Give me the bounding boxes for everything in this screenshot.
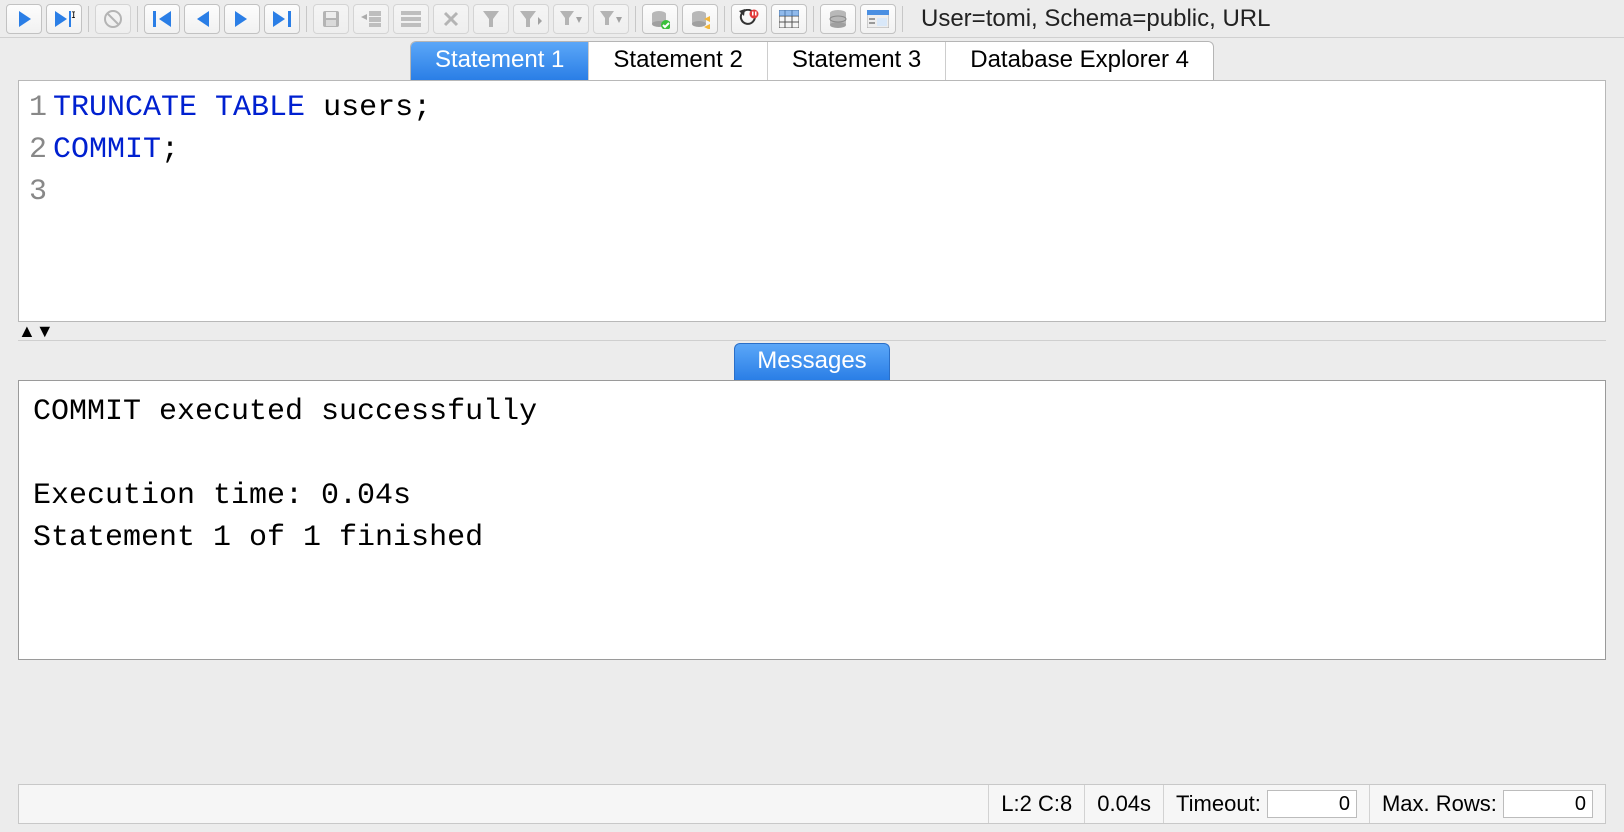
save-button[interactable] [313, 4, 349, 34]
tab-statement-2[interactable]: Statement 2 [589, 42, 767, 80]
filter-edit-button[interactable] [513, 4, 549, 34]
maxrows-label: Max. Rows: [1382, 791, 1497, 817]
tab-statement-4[interactable]: Database Explorer 4 [946, 42, 1213, 80]
status-bar: L:2 C:8 0.04s Timeout: Max. Rows: [18, 784, 1606, 824]
toolbar-separator [88, 6, 89, 32]
statement-tabs-row: Statement 1Statement 2Statement 3Databas… [0, 38, 1624, 80]
toolbar-separator [137, 6, 138, 32]
toolbar-separator [813, 6, 814, 32]
cancel-statement-button[interactable] [731, 4, 767, 34]
explorer-button[interactable] [860, 4, 896, 34]
run-current-button[interactable]: I [46, 4, 82, 34]
next-record-button[interactable] [224, 4, 260, 34]
tab-messages[interactable]: Messages [734, 343, 889, 380]
filter-button[interactable] [473, 4, 509, 34]
messages-output[interactable]: COMMIT executed successfully Execution t… [18, 380, 1606, 660]
timeout-label: Timeout: [1176, 791, 1261, 817]
svg-text:I: I [71, 11, 75, 21]
cursor-position: L:2 C:8 [988, 785, 1084, 823]
timeout-input[interactable] [1267, 790, 1357, 818]
expand-down-icon: ▼ [36, 321, 54, 342]
toolbar-separator [635, 6, 636, 32]
main-toolbar: I [0, 0, 1624, 38]
toolbar-separator [724, 6, 725, 32]
toolbar-separator [306, 6, 307, 32]
first-record-button[interactable] [144, 4, 180, 34]
filter-dropdown2-button[interactable] [593, 4, 629, 34]
result-grid-button[interactable] [771, 4, 807, 34]
maxrows-cell: Max. Rows: [1369, 785, 1605, 823]
rollback-button[interactable] [682, 4, 718, 34]
sql-editor[interactable]: TRUNCATE TABLE users;COMMIT; [49, 81, 439, 321]
splitter-handle[interactable]: ▲▼ [18, 322, 1606, 340]
tab-statement-3[interactable]: Statement 3 [768, 42, 946, 80]
delete-row-button[interactable] [433, 4, 469, 34]
copy-row-button[interactable] [393, 4, 429, 34]
sql-editor-panel: 123 TRUNCATE TABLE users;COMMIT; [18, 80, 1606, 322]
editor-gutter: 123 [19, 81, 49, 321]
tab-statement-1[interactable]: Statement 1 [411, 42, 589, 80]
results-tabs-row: Messages [18, 340, 1606, 380]
insert-row-button[interactable] [353, 4, 389, 34]
run-button[interactable] [6, 4, 42, 34]
last-record-button[interactable] [264, 4, 300, 34]
connection-info: User=tomi, Schema=public, URL [907, 5, 1620, 33]
maxrows-input[interactable] [1503, 790, 1593, 818]
execution-time: 0.04s [1084, 785, 1163, 823]
filter-dropdown-button[interactable] [553, 4, 589, 34]
database-button[interactable] [820, 4, 856, 34]
timeout-cell: Timeout: [1163, 785, 1369, 823]
stop-button[interactable] [95, 4, 131, 34]
prev-record-button[interactable] [184, 4, 220, 34]
expand-up-icon: ▲ [18, 321, 36, 342]
commit-button[interactable] [642, 4, 678, 34]
toolbar-separator [902, 6, 903, 32]
